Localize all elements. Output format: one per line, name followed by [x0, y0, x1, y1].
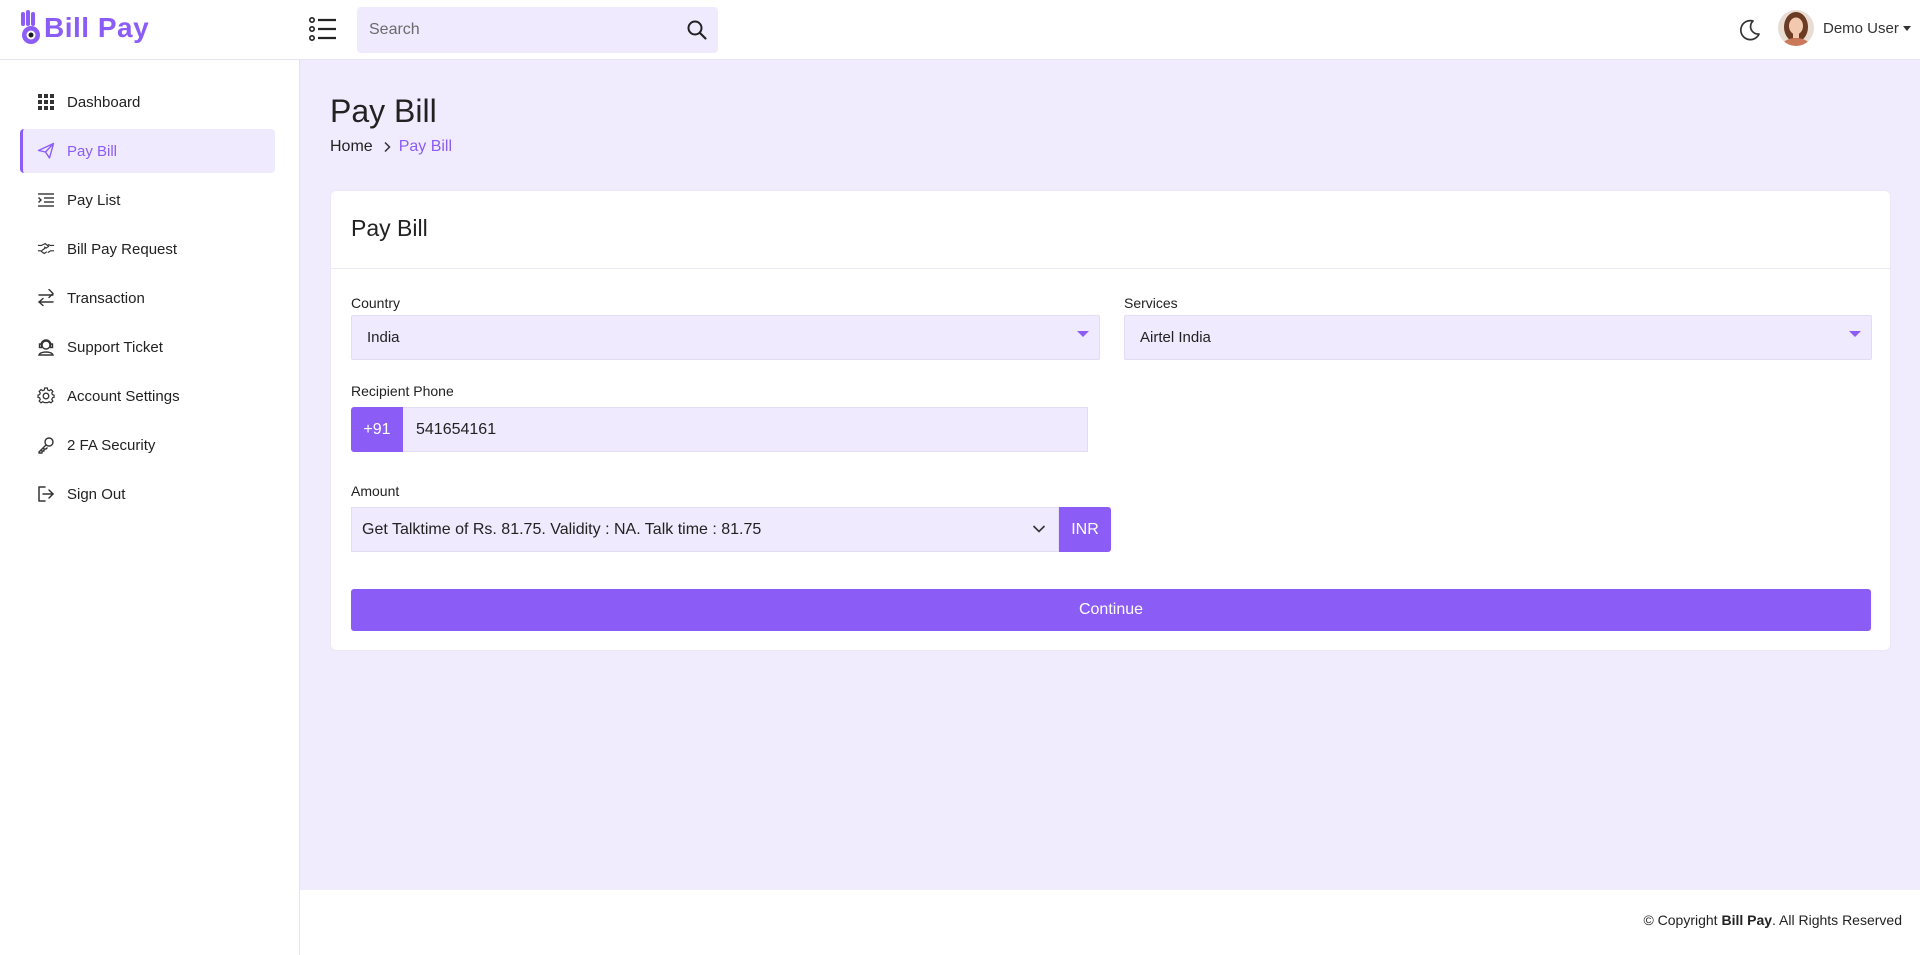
sidebar-nav: Dashboard Pay Bill Pay List Bill Pay Req…: [20, 80, 275, 521]
services-select[interactable]: Airtel India: [1124, 315, 1872, 360]
sidebar-item-transaction[interactable]: Transaction: [20, 276, 275, 320]
menu-toggle-button[interactable]: [308, 14, 338, 44]
amount-input-group: Get Talktime of Rs. 81.75. Validity : NA…: [351, 507, 1111, 552]
country-select[interactable]: India: [351, 315, 1100, 360]
logo[interactable]: Bill Pay: [20, 8, 149, 48]
sidebar-item-label: Bill Pay Request: [67, 240, 178, 258]
copyright-prefix: © Copyright: [1643, 912, 1722, 928]
sidebar-item-dashboard[interactable]: Dashboard: [20, 80, 275, 124]
logo-text: Bill Pay: [44, 12, 150, 43]
footer: © Copyright Bill Pay. All Rights Reserve…: [300, 890, 1920, 955]
send-icon: [36, 141, 56, 161]
sidebar-item-2fa-security[interactable]: 2 FA Security: [20, 423, 275, 467]
sidebar-item-bill-pay-request[interactable]: Bill Pay Request: [20, 227, 275, 271]
list-menu-icon: [308, 16, 336, 41]
dropdown-arrow-icon: [1849, 331, 1861, 337]
key-icon: [36, 435, 56, 455]
services-label: Services: [1124, 295, 1178, 311]
phone-input-group: +91: [351, 407, 1088, 452]
main-content: Pay Bill Home Pay Bill Pay Bill Country …: [300, 60, 1920, 890]
card-title: Pay Bill: [351, 215, 428, 241]
copyright-text: © Copyright Bill Pay. All Rights Reserve…: [1643, 912, 1902, 928]
country-label: Country: [351, 295, 401, 311]
sidebar-item-support-ticket[interactable]: Support Ticket: [20, 325, 275, 369]
user-name: Demo User: [1823, 19, 1899, 37]
avatar: [1778, 10, 1814, 46]
sidebar: Dashboard Pay Bill Pay List Bill Pay Req…: [0, 60, 300, 955]
sidebar-item-label: Account Settings: [67, 387, 180, 405]
recipient-phone-label: Recipient Phone: [351, 383, 454, 399]
chevron-down-icon: [1032, 525, 1046, 533]
pay-bill-card: Pay Bill Country India Services Airtel I…: [330, 190, 1891, 651]
page-title: Pay Bill: [330, 93, 437, 129]
sidebar-item-label: Pay Bill: [67, 142, 118, 160]
search-icon: [687, 20, 707, 40]
sidebar-item-pay-bill[interactable]: Pay Bill: [20, 129, 275, 173]
breadcrumb-current: Pay Bill: [398, 138, 453, 155]
user-menu[interactable]: Demo User: [1778, 10, 1911, 46]
currency-label: INR: [1059, 507, 1111, 552]
sidebar-item-label: Transaction: [67, 289, 145, 307]
support-icon: [36, 337, 56, 357]
amount-value: Get Talktime of Rs. 81.75. Validity : NA…: [362, 520, 762, 538]
breadcrumb: Home Pay Bill: [330, 138, 452, 156]
arrows-exchange-icon: [36, 288, 56, 308]
copyright-suffix: . All Rights Reserved: [1772, 912, 1902, 928]
sidebar-item-label: Sign Out: [67, 485, 126, 503]
card-divider: [331, 268, 1890, 269]
sidebar-item-account-settings[interactable]: Account Settings: [20, 374, 275, 418]
phone-prefix: +91: [351, 407, 403, 452]
search-input[interactable]: [357, 7, 667, 53]
sign-out-icon: [36, 484, 56, 504]
continue-button[interactable]: Continue: [351, 589, 1871, 631]
sidebar-item-label: Support Ticket: [67, 338, 163, 356]
chevron-right-icon: [384, 141, 391, 153]
handshake-icon: [36, 239, 56, 259]
amount-label: Amount: [351, 483, 400, 499]
sidebar-item-label: Dashboard: [67, 93, 141, 111]
logo-icon: [21, 10, 40, 44]
country-value: India: [367, 329, 400, 346]
search-button[interactable]: [686, 19, 708, 41]
grid-icon: [36, 92, 56, 112]
sidebar-item-label: Pay List: [67, 191, 121, 209]
list-indent-icon: [36, 190, 56, 210]
breadcrumb-home-link[interactable]: Home: [330, 138, 373, 156]
top-header: Bill Pay Search Demo User: [0, 0, 1920, 60]
amount-select[interactable]: Get Talktime of Rs. 81.75. Validity : NA…: [351, 507, 1059, 552]
sidebar-item-label: 2 FA Security: [67, 436, 156, 454]
chevron-down-icon: [1902, 25, 1911, 31]
search-box: [357, 7, 718, 53]
gear-icon: [36, 386, 56, 406]
sidebar-item-sign-out[interactable]: Sign Out: [20, 472, 275, 516]
theme-toggle-button[interactable]: [1738, 18, 1762, 42]
copyright-brand: Bill Pay: [1721, 912, 1773, 928]
dropdown-arrow-icon: [1077, 331, 1089, 337]
moon-icon: [1739, 19, 1760, 41]
sidebar-item-pay-list[interactable]: Pay List: [20, 178, 275, 222]
recipient-phone-input[interactable]: [403, 407, 1088, 452]
services-value: Airtel India: [1140, 329, 1211, 346]
